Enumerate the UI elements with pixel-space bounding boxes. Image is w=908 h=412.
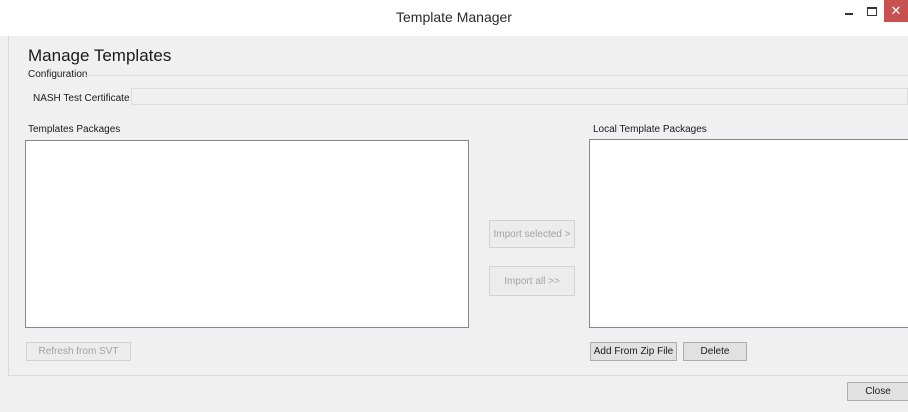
configuration-divider <box>86 75 908 76</box>
title-bar[interactable]: Template Manager ✕ <box>0 0 908 36</box>
local-template-packages-list[interactable] <box>589 139 908 328</box>
local-template-packages-label: Local Template Packages <box>593 124 707 135</box>
maximize-icon <box>867 6 877 16</box>
refresh-from-svt-button[interactable]: Refresh from SVT <box>26 342 131 361</box>
configuration-name-label: NASH Test Certificate <box>33 93 130 104</box>
configuration-field[interactable] <box>131 88 908 105</box>
import-all-button[interactable]: Import all >> <box>489 266 575 296</box>
maximize-button[interactable] <box>862 0 882 22</box>
close-window-button[interactable]: ✕ <box>884 0 908 22</box>
window-title: Template Manager <box>396 9 512 25</box>
templates-packages-label: Templates Packages <box>28 124 121 135</box>
delete-button[interactable]: Delete <box>683 342 747 361</box>
minimize-icon <box>845 13 853 15</box>
templates-packages-list[interactable] <box>25 140 469 328</box>
close-icon: ✕ <box>890 3 902 18</box>
import-selected-button[interactable]: Import selected > <box>489 220 575 248</box>
configuration-group-label: Configuration <box>28 69 88 80</box>
close-button[interactable]: Close <box>847 382 908 401</box>
minimize-button[interactable] <box>838 0 860 22</box>
add-from-zip-file-button[interactable]: Add From Zip File <box>590 342 677 361</box>
page-title: Manage Templates <box>28 46 172 65</box>
template-manager-window: Template Manager ✕ Manage Templates Conf… <box>0 0 908 412</box>
